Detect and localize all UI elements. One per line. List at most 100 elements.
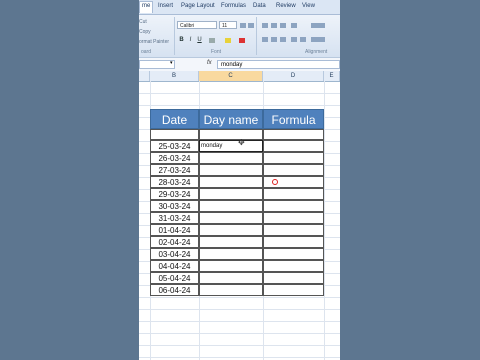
active-cell[interactable]: monday xyxy=(199,140,263,152)
shrink-font-icon[interactable] xyxy=(248,23,254,28)
column-header-e[interactable]: E xyxy=(324,71,340,81)
blank-cell[interactable] xyxy=(150,129,199,140)
fill-color-icon[interactable] xyxy=(225,38,231,43)
formula-cell[interactable] xyxy=(263,200,324,212)
column-header-c[interactable]: C xyxy=(199,71,263,81)
formula-cell[interactable] xyxy=(263,260,324,272)
formula-cell[interactable] xyxy=(263,272,324,284)
date-cell[interactable]: 28-03-24 xyxy=(150,176,199,188)
border-icon[interactable] xyxy=(209,38,215,43)
align-bottom-icon[interactable] xyxy=(280,23,286,28)
tab-page-layout[interactable]: Page Layout xyxy=(181,3,215,9)
grow-font-icon[interactable] xyxy=(240,23,246,28)
gridline xyxy=(139,93,340,94)
formula-cell[interactable] xyxy=(263,248,324,260)
header-day-name: Day name xyxy=(199,109,263,129)
gridline xyxy=(139,309,340,310)
formula-input[interactable]: monday xyxy=(217,60,340,69)
column-header-b[interactable]: B xyxy=(150,71,199,81)
formula-cell[interactable] xyxy=(263,140,324,152)
italic-button[interactable]: I xyxy=(187,36,194,44)
formula-cell[interactable] xyxy=(263,152,324,164)
column-header-row: B C D E xyxy=(139,71,340,82)
day-name-cell[interactable] xyxy=(199,152,263,164)
tab-view[interactable]: View xyxy=(302,3,315,9)
orientation-icon[interactable] xyxy=(291,23,297,28)
align-top-icon[interactable] xyxy=(262,23,268,28)
date-cell[interactable]: 26-03-24 xyxy=(150,152,199,164)
tab-review[interactable]: Review xyxy=(276,3,296,9)
wrap-text-icon[interactable] xyxy=(311,23,325,28)
align-left-icon[interactable] xyxy=(262,37,268,42)
date-cell[interactable]: 31-03-24 xyxy=(150,212,199,224)
date-cell[interactable]: 02-04-24 xyxy=(150,236,199,248)
date-cell[interactable]: 27-03-24 xyxy=(150,164,199,176)
select-all-corner[interactable] xyxy=(139,71,150,81)
underline-button[interactable]: U xyxy=(196,36,203,44)
cut-button[interactable]: Cut xyxy=(139,19,147,25)
day-name-cell[interactable] xyxy=(199,212,263,224)
date-cell[interactable]: 03-04-24 xyxy=(150,248,199,260)
merge-center-icon[interactable] xyxy=(311,37,325,42)
header-date: Date xyxy=(150,109,199,129)
decrease-indent-icon[interactable] xyxy=(291,37,297,42)
tab-formulas[interactable]: Formulas xyxy=(221,3,246,9)
gridline xyxy=(139,345,340,346)
font-size-select[interactable]: 11 xyxy=(219,21,237,29)
group-divider xyxy=(256,17,257,55)
gridline xyxy=(139,297,340,298)
date-cell[interactable]: 04-04-24 xyxy=(150,260,199,272)
bold-button[interactable]: B xyxy=(178,36,185,44)
formula-cell[interactable] xyxy=(263,164,324,176)
align-middle-icon[interactable] xyxy=(271,23,277,28)
day-name-cell[interactable] xyxy=(199,272,263,284)
align-center-icon[interactable] xyxy=(271,37,277,42)
date-cell[interactable]: 29-03-24 xyxy=(150,188,199,200)
excel-window: me Insert Page Layout Formulas Data Revi… xyxy=(139,0,340,360)
column-header-d[interactable]: D xyxy=(263,71,324,81)
day-name-cell[interactable] xyxy=(199,164,263,176)
tab-home[interactable]: me xyxy=(139,1,154,13)
font-color-icon[interactable] xyxy=(239,38,245,43)
date-cell[interactable]: 06-04-24 xyxy=(150,284,199,296)
alignment-group-label: Alignment xyxy=(305,49,328,55)
date-cell[interactable]: 05-04-24 xyxy=(150,272,199,284)
header-formula: Formula xyxy=(263,109,324,129)
format-painter-button[interactable]: ormat Painter xyxy=(139,39,169,45)
gridline xyxy=(324,81,325,360)
blank-cell[interactable] xyxy=(263,129,324,140)
font-family-select[interactable]: Calibri xyxy=(177,21,217,29)
formula-cell[interactable] xyxy=(263,188,324,200)
copy-button[interactable]: Copy xyxy=(139,29,151,35)
day-name-cell[interactable] xyxy=(199,224,263,236)
increase-indent-icon[interactable] xyxy=(300,37,306,42)
gridline xyxy=(139,105,340,106)
date-cell[interactable]: 01-04-24 xyxy=(150,224,199,236)
tab-data[interactable]: Data xyxy=(253,3,266,9)
gridline xyxy=(139,321,340,322)
ribbon-tab-bar: me Insert Page Layout Formulas Data Revi… xyxy=(139,0,340,15)
tab-insert[interactable]: Insert xyxy=(158,3,173,9)
clipboard-group-label: oard xyxy=(141,49,152,55)
group-divider xyxy=(174,17,175,55)
fx-icon[interactable]: fx xyxy=(207,60,212,66)
day-name-cell[interactable] xyxy=(199,260,263,272)
date-cell[interactable]: 25-03-24 xyxy=(150,140,199,152)
gridline xyxy=(139,357,340,358)
click-marker-icon xyxy=(272,179,278,185)
gridline xyxy=(139,333,340,334)
chevron-down-icon[interactable]: ▾ xyxy=(170,60,173,66)
day-name-cell[interactable] xyxy=(199,176,263,188)
formula-cell[interactable] xyxy=(263,236,324,248)
align-right-icon[interactable] xyxy=(280,37,286,42)
day-name-cell[interactable] xyxy=(199,248,263,260)
day-name-cell[interactable] xyxy=(199,236,263,248)
date-cell[interactable]: 30-03-24 xyxy=(150,200,199,212)
day-name-cell[interactable] xyxy=(199,284,263,296)
formula-cell[interactable] xyxy=(263,284,324,296)
formula-cell[interactable] xyxy=(263,224,324,236)
day-name-cell[interactable] xyxy=(199,200,263,212)
formula-cell[interactable] xyxy=(263,212,324,224)
blank-cell[interactable] xyxy=(199,129,263,140)
day-name-cell[interactable] xyxy=(199,188,263,200)
